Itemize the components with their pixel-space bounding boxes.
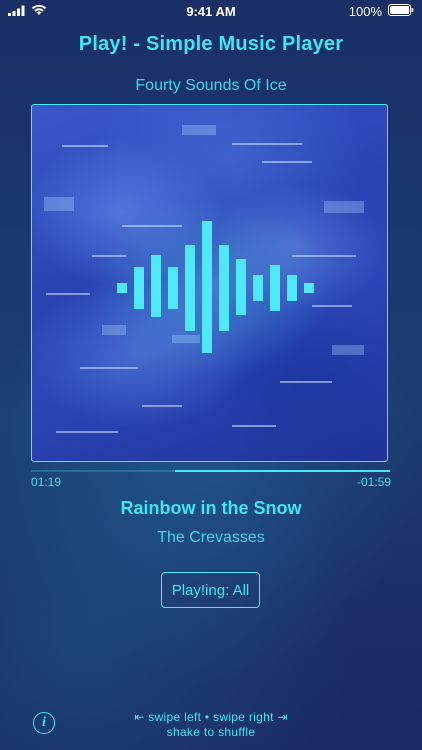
shake-hint: shake to shuffle: [166, 725, 256, 739]
track-title: Rainbow in the Snow: [120, 498, 302, 518]
swipe-hint: ⇤ swipe left • swipe right ⇥: [134, 710, 288, 724]
track-artist: The Crevasses: [157, 529, 265, 546]
battery-icon: [388, 4, 414, 19]
progress-fill: [174, 470, 390, 472]
album-name: Fourty Sounds Of Ice: [135, 77, 287, 94]
remaining-time: -01:59: [356, 475, 391, 489]
play-mode-button[interactable]: Play!ing: All: [161, 572, 260, 608]
battery-percent: 100%: [348, 4, 382, 19]
artwork-texture: [44, 125, 364, 433]
progress-track[interactable]: [31, 470, 390, 472]
status-right: 100%: [349, 4, 414, 19]
album-artwork[interactable]: [31, 104, 388, 462]
app-title: Play! - Simple Music Player: [78, 33, 344, 55]
elapsed-time: 01:19: [31, 475, 62, 489]
status-bar: 9:41 AM 100%: [0, 0, 422, 22]
